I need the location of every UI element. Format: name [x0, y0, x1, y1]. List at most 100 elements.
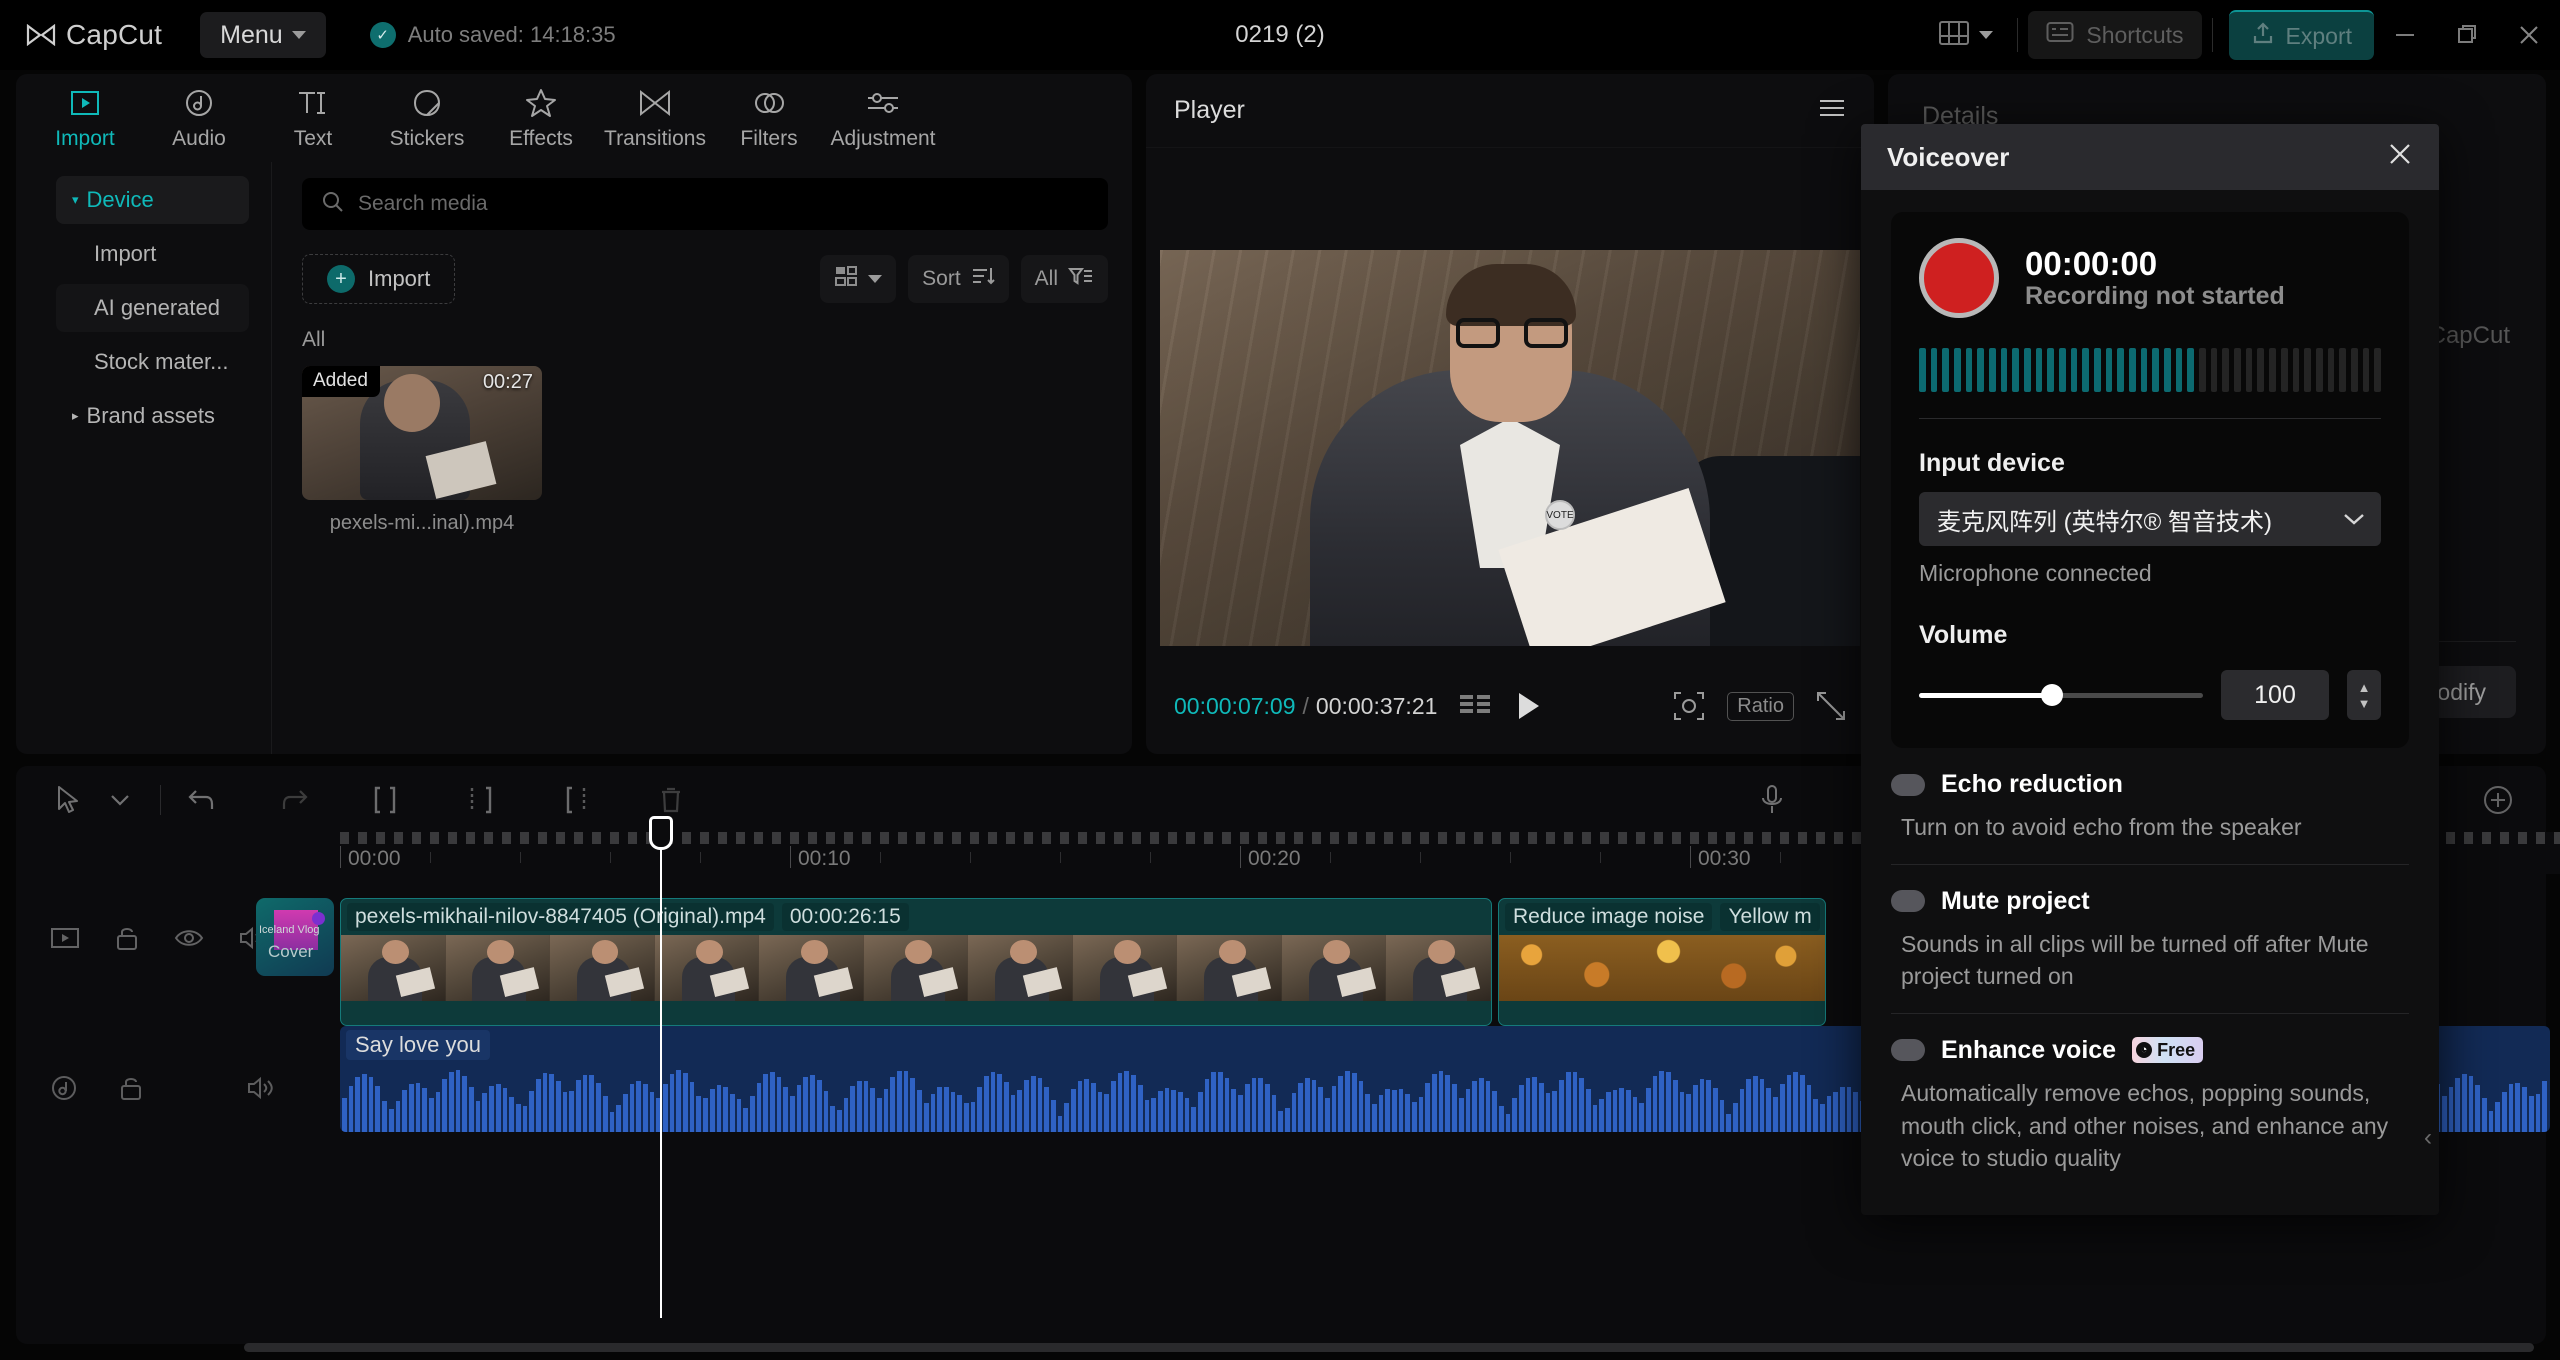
menu-button[interactable]: Menu [200, 12, 326, 58]
chevron-up-icon: ▲ [2357, 679, 2371, 695]
fullscreen-icon[interactable] [1816, 691, 1846, 721]
waveform-bar [703, 1098, 708, 1132]
video-preview[interactable]: VOTE [1160, 250, 1860, 646]
chevron-down-icon[interactable] [94, 774, 146, 826]
player-menu-icon[interactable] [1818, 97, 1846, 124]
timeline-playhead[interactable] [649, 816, 673, 1318]
eye-icon[interactable] [174, 927, 204, 949]
tab-import[interactable]: Import [28, 74, 142, 162]
sidebar-item-device[interactable]: ▾ Device [56, 176, 249, 224]
split-icon[interactable] [363, 774, 415, 826]
tab-stickers[interactable]: Stickers [370, 74, 484, 162]
tab-text[interactable]: Text [256, 74, 370, 162]
trim-right-icon[interactable] [551, 774, 603, 826]
maximize-button[interactable] [2436, 0, 2498, 70]
playback-quality-icon[interactable] [1459, 693, 1493, 719]
player-controls: 00:00:07:09 / 00:00:37:21 Ratio [1146, 658, 1874, 754]
close-icon[interactable] [2387, 141, 2413, 173]
volume-stepper[interactable]: ▲ ▼ [2347, 670, 2381, 720]
ruler-label: 00:00 [348, 847, 401, 870]
capcut-window: CapCut Menu ✓ Auto saved: 14:18:35 0219 … [0, 0, 2560, 1360]
tab-adjustment[interactable]: Adjustment [826, 74, 940, 162]
waveform-bar [649, 1092, 655, 1132]
waveform-bar [1144, 1100, 1150, 1132]
volume-icon[interactable] [246, 1075, 276, 1101]
filmstrip-frame [1386, 935, 1491, 1001]
waveform-bar [1472, 1081, 1477, 1132]
shortcuts-button[interactable]: Shortcuts [2028, 11, 2202, 59]
project-cover-thumbnail[interactable]: Iceland Vlog Cover [256, 898, 334, 976]
media-card[interactable]: Added 00:27 pexels-mi...inal).mp4 [302, 366, 542, 535]
trim-left-icon[interactable] [457, 774, 509, 826]
waveform-bar [348, 1086, 354, 1132]
waveform-bar [1719, 1100, 1725, 1132]
waveform-bar [395, 1101, 401, 1132]
timeline-horizontal-scrollbar[interactable] [244, 1343, 2534, 1352]
waveform-bar [796, 1085, 802, 1132]
mic-voiceover-icon[interactable] [1746, 774, 1798, 826]
media-thumbnail[interactable]: Added 00:27 [302, 366, 542, 500]
waveform-bar [1017, 1090, 1023, 1132]
record-button[interactable] [1919, 238, 1999, 318]
play-button[interactable] [1515, 691, 1543, 721]
waveform-bar [1070, 1089, 1076, 1132]
video-clip-2[interactable]: Reduce image noise Yellow m [1498, 898, 1826, 1026]
view-mode-button[interactable] [820, 255, 897, 303]
audio-track-icon[interactable] [50, 1074, 78, 1102]
waveform-bar [562, 1092, 568, 1132]
lock-icon[interactable] [114, 924, 140, 952]
playhead-handle[interactable] [649, 816, 673, 850]
tab-transitions[interactable]: Transitions [598, 74, 712, 162]
meter-bar [2339, 348, 2346, 392]
video-track-icon[interactable] [50, 926, 80, 950]
minimize-button[interactable] [2374, 0, 2436, 70]
layout-switch-button[interactable] [1925, 12, 2007, 58]
waveform-bar [622, 1094, 628, 1132]
close-button[interactable] [2498, 0, 2560, 70]
meter-bar [2292, 348, 2300, 392]
ratio-button[interactable]: Ratio [1727, 691, 1794, 721]
enhance-voice-toggle[interactable] [1891, 1039, 1925, 1062]
waveform-bar [596, 1083, 601, 1132]
volume-slider-handle[interactable] [2041, 683, 2064, 706]
video-clip-1[interactable]: pexels-mikhail-nilov-8847405 (Original).… [340, 898, 1492, 1026]
input-device-value: 麦克风阵列 (英特尔® 智音技术) [1937, 508, 2273, 536]
sidebar-item-stock-materials[interactable]: Stock mater... [56, 338, 249, 386]
undo-icon[interactable] [175, 774, 227, 826]
select-arrow-icon[interactable] [42, 774, 94, 826]
zoom-to-fit-icon[interactable] [1673, 691, 1705, 721]
tab-audio[interactable]: Audio [142, 74, 256, 162]
waveform-bar [1305, 1078, 1310, 1132]
waveform-bar [1010, 1095, 1016, 1132]
redo-icon[interactable] [269, 774, 321, 826]
echo-reduction-toggle[interactable] [1891, 773, 1925, 796]
tab-filters[interactable]: Filters [712, 74, 826, 162]
filter-button[interactable]: All [1020, 255, 1108, 303]
caret-down-icon: ▾ [72, 192, 79, 207]
volume-slider[interactable] [1919, 683, 2203, 706]
meter-bar [2257, 348, 2265, 392]
waveform-bar [1706, 1080, 1711, 1132]
sort-button[interactable]: Sort [908, 255, 1009, 303]
input-device-select[interactable]: 麦克风阵列 (英特尔® 智音技术) [1919, 492, 2381, 546]
sidebar-item-ai-generated[interactable]: AI generated [56, 284, 249, 332]
add-track-icon[interactable] [2472, 774, 2524, 826]
waveform-bar [723, 1087, 728, 1132]
waveform-bar [1813, 1099, 1818, 1132]
tab-effects[interactable]: Effects [484, 74, 598, 162]
sidebar-item-brand-assets[interactable]: ▸ Brand assets [56, 392, 249, 440]
collapse-arrow-icon[interactable]: ‹ [2424, 1124, 2432, 1152]
export-button[interactable]: Export [2228, 10, 2374, 60]
search-input[interactable] [358, 192, 1088, 216]
waveform-bar [1679, 1092, 1685, 1132]
volume-value-input[interactable]: 100 [2221, 670, 2329, 720]
media-toolbar: + Import Sort All [302, 252, 1108, 306]
import-media-button[interactable]: + Import [302, 254, 456, 304]
thumb-head-shape [384, 374, 440, 432]
search-bar[interactable] [302, 178, 1108, 230]
waveform-bar [1712, 1088, 1718, 1132]
sidebar-item-import[interactable]: Import [56, 230, 249, 278]
chevron-down-icon: ▼ [2357, 695, 2371, 711]
mute-project-toggle[interactable] [1891, 890, 1925, 913]
lock-icon[interactable] [118, 1074, 144, 1102]
